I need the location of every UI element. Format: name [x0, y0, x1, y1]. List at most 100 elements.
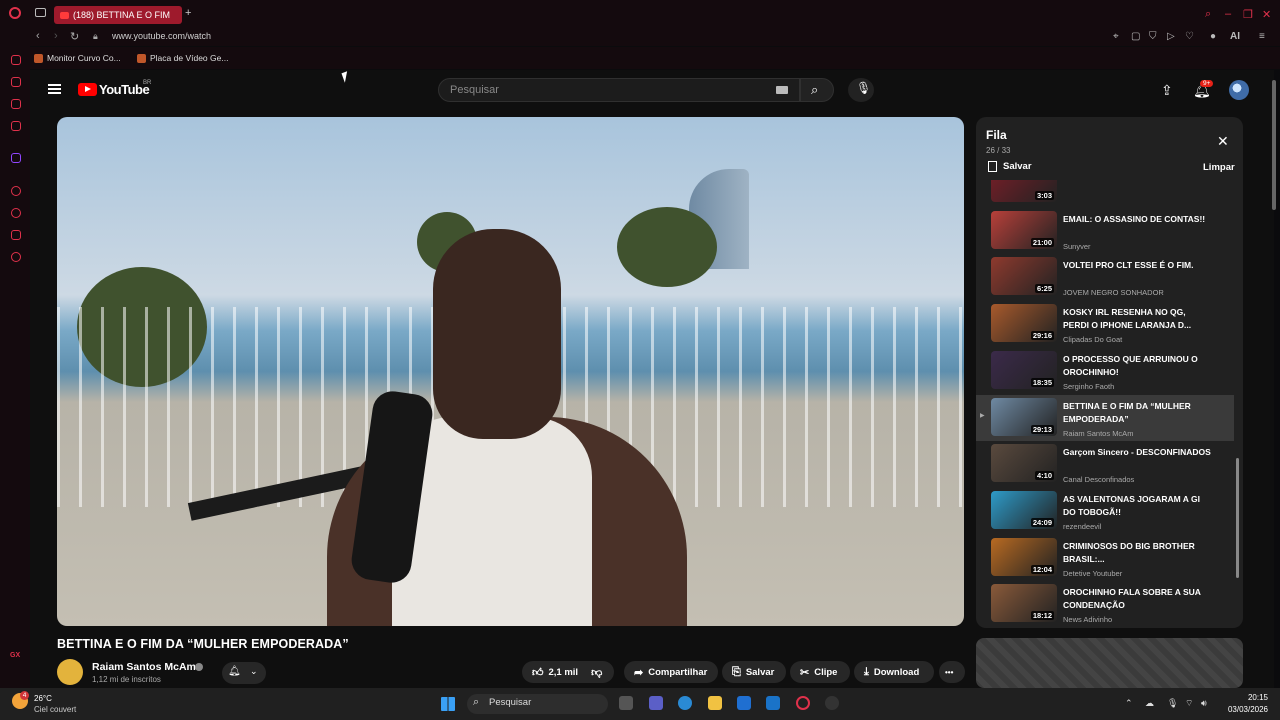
queue-thumbnail[interactable]: 18:35	[991, 350, 1057, 389]
queue-save-button[interactable]: Salvar	[988, 161, 1032, 172]
tray-cloud-icon[interactable]: ☁	[1145, 698, 1154, 709]
opera-logo-icon[interactable]	[9, 7, 21, 19]
keyboard-icon[interactable]	[776, 86, 788, 94]
back-icon[interactable]: ‹	[36, 30, 40, 42]
reload-icon[interactable]: ↻	[70, 30, 79, 43]
bookmark-item[interactable]: Monitor Curvo Co...	[34, 53, 121, 63]
search-icon: ⌕	[811, 82, 819, 97]
queue-item[interactable]: 21:00 EMAIL: O ASSASINO DE CONTAS!! Sunyve…	[976, 208, 1234, 254]
store-icon[interactable]	[737, 696, 751, 710]
queue-item[interactable]: 6:25 VOLTEI PRO CLT ESSE É O FIM. JOVEM NE…	[976, 254, 1234, 300]
heart-icon[interactable]: ♡	[1185, 31, 1194, 42]
voice-search-button[interactable]: 🎙︎	[848, 78, 874, 102]
clip-button[interactable]: ✂ Clipe	[790, 661, 850, 683]
file-explorer-icon[interactable]	[708, 696, 722, 710]
ai-button[interactable]: AI	[1230, 31, 1240, 42]
like-button[interactable]: 👍︎ 2,1 mil 👎︎	[522, 661, 614, 683]
search-tabs-icon[interactable]: ⌕	[1205, 8, 1211, 21]
opera-gx-taskbar-icon[interactable]	[796, 696, 810, 710]
thumbs-down-icon[interactable]: 👎︎	[591, 666, 602, 679]
youtube-logo-icon[interactable]	[78, 83, 97, 96]
share-button[interactable]: ➦ Compartilhar	[624, 661, 718, 683]
shield-icon[interactable]: ⛉	[1149, 31, 1157, 42]
queue-thumbnail[interactable]: 3:03	[991, 180, 1057, 202]
tray-mic-icon[interactable]: 🎙︎	[1167, 698, 1178, 709]
queue-thumbnail[interactable]: 21:00	[991, 210, 1057, 249]
speaker-icon[interactable]	[60, 11, 69, 19]
hamburger-menu-icon[interactable]	[48, 84, 61, 94]
queue-scrollbar[interactable]	[1236, 458, 1239, 578]
queue-thumbnail[interactable]: 6:25	[991, 257, 1057, 296]
queue-thumbnail[interactable]: 24:09	[991, 490, 1057, 529]
lock-icon: 🔒︎	[93, 31, 98, 41]
sidebar-history-icon[interactable]	[11, 55, 21, 65]
snapshot-icon[interactable]: ▢	[1131, 31, 1140, 42]
tab-island-icon[interactable]	[35, 8, 46, 17]
close-queue-icon[interactable]: ✕	[1217, 133, 1229, 150]
tray-wifi-icon[interactable]: ⌔	[1185, 698, 1193, 709]
search-input[interactable]: Pesquisar	[438, 78, 800, 102]
taskbar-time[interactable]: 20:15	[1220, 693, 1268, 702]
sidebar-aria-icon[interactable]	[11, 77, 21, 87]
queue-item[interactable]: 29:16 KOSKY IRL RESENHA NO QG, PERDI O IP…	[976, 301, 1234, 347]
pin-icon[interactable]: ⌖	[1113, 31, 1119, 42]
channel-avatar[interactable]	[57, 659, 83, 685]
sidebar-clock-icon[interactable]	[11, 208, 21, 218]
sidebar-gx-corner-icon[interactable]	[11, 121, 21, 131]
minimize-icon[interactable]: –	[1225, 8, 1231, 20]
search-button[interactable]: ⌕	[800, 78, 834, 102]
sidebar-player-icon[interactable]	[11, 186, 21, 196]
queue-item[interactable]: 18:12 OROCHINHO FALA SOBRE A SUA CONDENAÇ…	[976, 581, 1234, 626]
task-view-icon[interactable]	[619, 696, 633, 710]
sidebar-settings-icon[interactable]	[11, 252, 21, 262]
profile-icon[interactable]: ●	[1210, 31, 1216, 42]
page-scrollbar[interactable]	[1272, 80, 1276, 210]
queue-save-label: Salvar	[1003, 161, 1032, 172]
queue-item[interactable]: 4:10 Garçom Sincero - DESCONFINADOS Canal …	[976, 441, 1234, 487]
download-button[interactable]: ⤓ Download	[854, 661, 934, 683]
outlook-icon[interactable]	[766, 696, 780, 710]
download-icon: ⤓	[864, 665, 869, 678]
queue-thumbnail[interactable]: 4:10	[991, 444, 1057, 483]
bookmark-item[interactable]: Placa de Vídeo Ge...	[137, 53, 228, 63]
queue-item[interactable]: 3:03Brasil Urgente	[976, 180, 1234, 207]
channel-name[interactable]: Raiam Santos McAm	[92, 661, 196, 673]
queue-item[interactable]: 29:13 ▶ BETTINA E O FIM DA “MULHER EMPODER…	[976, 394, 1234, 441]
queue-thumbnail[interactable]: 12:04	[991, 537, 1057, 576]
app-taskbar-icon[interactable]	[825, 696, 839, 710]
video-player[interactable]	[57, 117, 964, 626]
account-avatar[interactable]	[1229, 80, 1249, 100]
teams-icon[interactable]	[649, 696, 663, 710]
youtube-logo-text[interactable]: YouTube	[99, 82, 150, 97]
bookmark-label: Placa de Vídeo Ge...	[150, 53, 229, 63]
more-actions-button[interactable]: •••	[939, 661, 965, 683]
queue-thumbnail[interactable]: 29:16	[991, 304, 1057, 343]
queue-thumbnail[interactable]: 29:13	[991, 397, 1057, 436]
tray-chevron-icon[interactable]: ⌃	[1125, 698, 1133, 709]
save-button[interactable]: ⎘ Salvar	[722, 661, 786, 683]
new-tab-button[interactable]: +	[185, 7, 191, 19]
queue-clear-button[interactable]: Limpar	[1203, 162, 1235, 173]
player-icon[interactable]: ▷	[1167, 31, 1175, 42]
subscription-bell-button[interactable]: 🔔︎ ⌄	[222, 662, 266, 684]
tray-volume-icon[interactable]: 🔊︎	[1201, 698, 1207, 709]
queue-thumbnail[interactable]: 18:12	[991, 584, 1057, 623]
taskbar-date[interactable]: 03/03/2026	[1220, 705, 1268, 714]
queue-item[interactable]: 12:04 CRIMINOSOS DO BIG BROTHER BRASIL:..…	[976, 535, 1234, 581]
queue-item[interactable]: 18:35 O PROCESSO QUE ARRUINOU O OROCHINHO…	[976, 348, 1234, 394]
sidebar-extensions-icon[interactable]	[11, 230, 21, 240]
weather-temperature[interactable]: 26°C	[34, 694, 52, 703]
edge-icon[interactable]	[678, 696, 692, 710]
maximize-icon[interactable]: ❐	[1243, 8, 1253, 21]
menu-icon[interactable]: ≡	[1259, 31, 1265, 42]
upload-icon[interactable]: ⇪	[1161, 82, 1173, 99]
sidebar-twitch-icon[interactable]	[11, 153, 21, 163]
taskbar-search[interactable]: ⌕ Pesquisar	[467, 694, 608, 714]
queue-item[interactable]: 24:09 AS VALENTONAS JOGARAM A GI DO TOBOG…	[976, 488, 1234, 534]
forward-icon[interactable]: ›	[54, 30, 58, 42]
windows-start-icon[interactable]	[441, 697, 455, 711]
sidebar-messenger-icon[interactable]	[11, 99, 21, 109]
url-field[interactable]: www.youtube.com/watch	[112, 31, 211, 41]
close-window-icon[interactable]: ✕	[1262, 8, 1271, 21]
tab-youtube[interactable]: (188) BETTINA E O FIM	[54, 6, 182, 24]
